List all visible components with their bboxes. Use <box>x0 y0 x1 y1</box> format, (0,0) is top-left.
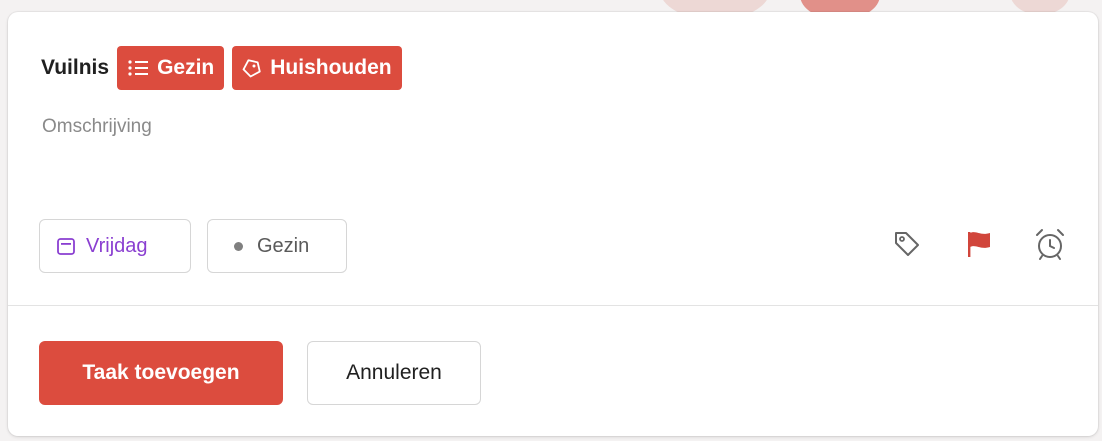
cancel-button[interactable]: Annuleren <box>307 341 481 405</box>
add-task-card: Vuilnis Gezin Huishouden Omschrijving Vr… <box>8 12 1098 436</box>
project-selector-label: Gezin <box>257 234 310 257</box>
task-title-row[interactable]: Vuilnis Gezin Huishouden <box>41 46 410 90</box>
due-date-label: Vrijdag <box>86 234 148 257</box>
label-chip[interactable]: Huishouden <box>232 46 402 90</box>
tag-icon <box>242 58 262 78</box>
project-color-dot <box>234 241 243 251</box>
reminder-button[interactable] <box>1031 227 1069 265</box>
project-chip-label: Gezin <box>157 56 215 79</box>
project-chip[interactable]: Gezin <box>117 46 225 90</box>
description-field[interactable]: Omschrijving <box>42 116 152 138</box>
due-date-button[interactable]: Vrijdag <box>39 219 191 273</box>
flag-icon <box>962 227 996 266</box>
priority-button[interactable] <box>960 227 998 265</box>
task-title[interactable]: Vuilnis <box>41 56 109 80</box>
label-chip-label: Huishouden <box>270 56 392 79</box>
list-icon <box>127 59 149 77</box>
alarm-clock-icon <box>1032 226 1068 267</box>
project-selector[interactable]: Gezin <box>207 219 347 273</box>
calendar-icon <box>56 236 76 256</box>
add-task-button[interactable]: Taak toevoegen <box>39 341 283 405</box>
tag-icon <box>890 227 924 266</box>
labels-button[interactable] <box>888 227 926 265</box>
footer-divider <box>8 305 1098 306</box>
